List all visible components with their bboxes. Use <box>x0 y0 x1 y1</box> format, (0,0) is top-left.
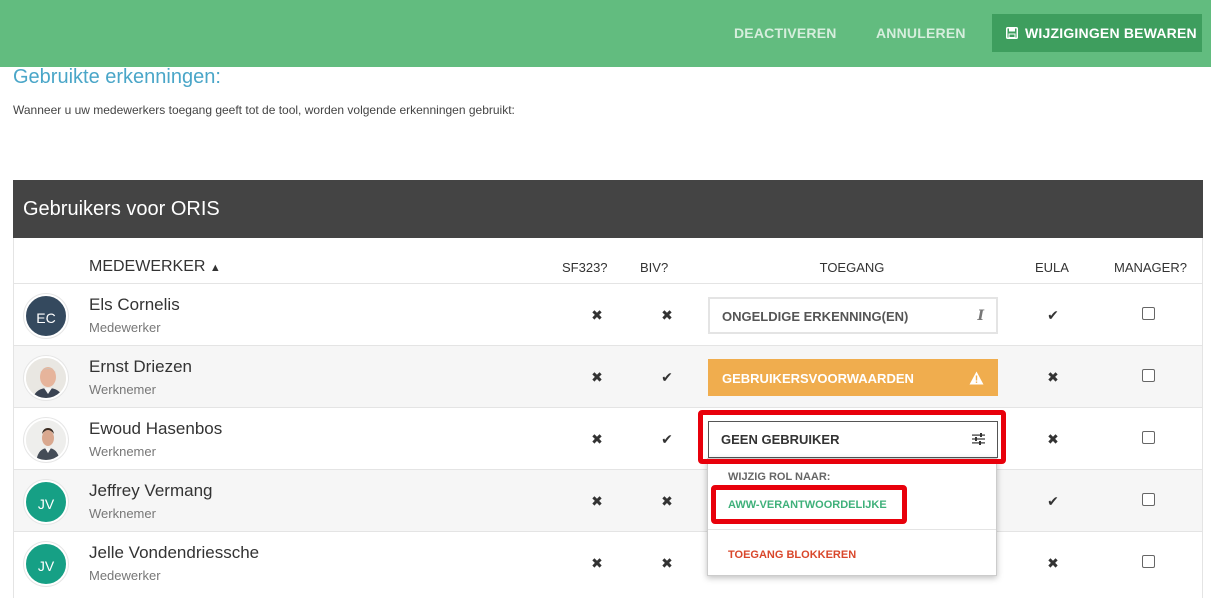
section-description: Wanneer u uw medewerkers toegang geeft t… <box>13 103 515 117</box>
avatar <box>24 356 68 400</box>
user-role: Werknemer <box>89 506 156 521</box>
user-name: Ewoud Hasenbos <box>89 419 223 438</box>
panel-title: Gebruikers voor ORIS <box>13 180 1203 238</box>
warning-icon <box>969 361 984 398</box>
dropdown-divider <box>708 529 996 530</box>
manager-checkbox[interactable] <box>1142 307 1155 320</box>
person-photo-icon <box>26 358 66 398</box>
user-name: Els Cornelis <box>89 295 180 314</box>
avatar: JV <box>24 480 68 524</box>
user-role: Medewerker <box>89 568 161 583</box>
avatar <box>24 418 68 462</box>
biv-status-icon: ✖ <box>661 307 673 323</box>
user-role: Medewerker <box>89 320 161 335</box>
highlight-role-option <box>711 485 907 524</box>
user-role: Werknemer <box>89 382 156 397</box>
manager-checkbox[interactable] <box>1142 555 1155 568</box>
top-toolbar: DEACTIVEREN ANNULEREN WIJZIGINGEN BEWARE… <box>0 0 1211 67</box>
table-row: JV Jelle Vondendriessche Medewerker ✖ ✖ … <box>14 531 1202 593</box>
access-label: GEBRUIKERSVOORWAARDEN <box>722 371 914 386</box>
info-icon: i <box>977 308 984 324</box>
deactivate-button[interactable]: DEACTIVEREN <box>734 14 837 52</box>
manager-checkbox[interactable] <box>1142 369 1155 382</box>
biv-status-icon: ✔ <box>661 369 673 385</box>
save-icon <box>1006 27 1018 39</box>
person-photo-icon <box>26 420 66 460</box>
biv-status-icon: ✖ <box>661 555 673 571</box>
sf323-status-icon: ✖ <box>591 493 603 509</box>
dropdown-heading: WIJZIG ROL NAAR: <box>728 471 831 483</box>
eula-status-icon: ✖ <box>1047 369 1059 385</box>
column-header-manager: MANAGER? <box>1114 260 1187 275</box>
user-name: Jelle Vondendriessche <box>89 543 260 562</box>
table-row: Ernst Driezen Werknemer ✖ ✔ GEBRUIKERSVO… <box>14 345 1202 407</box>
column-header-sf323: SF323? <box>562 260 608 275</box>
table-row: Ewoud Hasenbos Werknemer ✖ ✔ GEEN GEBRUI… <box>14 407 1202 469</box>
column-header-access: TOEGANG <box>819 260 885 275</box>
user-name: Jeffrey Vermang <box>89 481 213 500</box>
access-label: ONGELDIGE ERKENNING(EN) <box>722 309 909 324</box>
table-row: EC Els Cornelis Medewerker ✖ ✖ ONGELDIGE… <box>14 283 1202 345</box>
cancel-button[interactable]: ANNULEREN <box>876 14 966 52</box>
column-header-employee-label: MEDEWERKER <box>89 258 206 275</box>
sf323-status-icon: ✖ <box>591 431 603 447</box>
biv-status-icon: ✔ <box>661 431 673 447</box>
column-header-employee[interactable]: MEDEWERKER ▲ <box>89 258 221 276</box>
access-button[interactable]: GEBRUIKERSVOORWAARDEN <box>708 359 998 396</box>
access-button[interactable]: ONGELDIGE ERKENNING(EN) i <box>708 297 998 334</box>
users-table: MEDEWERKER ▲ SF323? BIV? TOEGANG EULA MA… <box>13 238 1203 598</box>
save-changes-button[interactable]: WIJZIGINGEN BEWAREN <box>992 14 1202 52</box>
avatar: EC <box>24 294 68 338</box>
manager-checkbox[interactable] <box>1142 431 1155 444</box>
sf323-status-icon: ✖ <box>591 555 603 571</box>
manager-checkbox[interactable] <box>1142 493 1155 506</box>
sf323-status-icon: ✖ <box>591 307 603 323</box>
table-row: JV Jeffrey Vermang Werknemer ✖ ✖ ✔ <box>14 469 1202 531</box>
sf323-status-icon: ✖ <box>591 369 603 385</box>
save-changes-label: WIJZIGINGEN BEWAREN <box>1025 25 1197 41</box>
sort-ascending-icon: ▲ <box>209 262 221 274</box>
column-header-biv: BIV? <box>640 260 669 275</box>
eula-status-icon: ✔ <box>1047 493 1059 509</box>
eula-status-icon: ✖ <box>1047 431 1059 447</box>
user-role: Werknemer <box>89 444 156 459</box>
avatar: JV <box>24 542 68 586</box>
menu-item-block-access[interactable]: TOEGANG BLOKKEREN <box>728 549 856 561</box>
user-name: Ernst Driezen <box>89 357 192 376</box>
biv-status-icon: ✖ <box>661 493 673 509</box>
eula-status-icon: ✖ <box>1047 555 1059 571</box>
eula-status-icon: ✔ <box>1047 307 1059 323</box>
section-title: Gebruikte erkenningen: <box>13 66 221 88</box>
column-header-eula: EULA <box>1035 260 1069 275</box>
highlight-access-button <box>698 410 1006 464</box>
